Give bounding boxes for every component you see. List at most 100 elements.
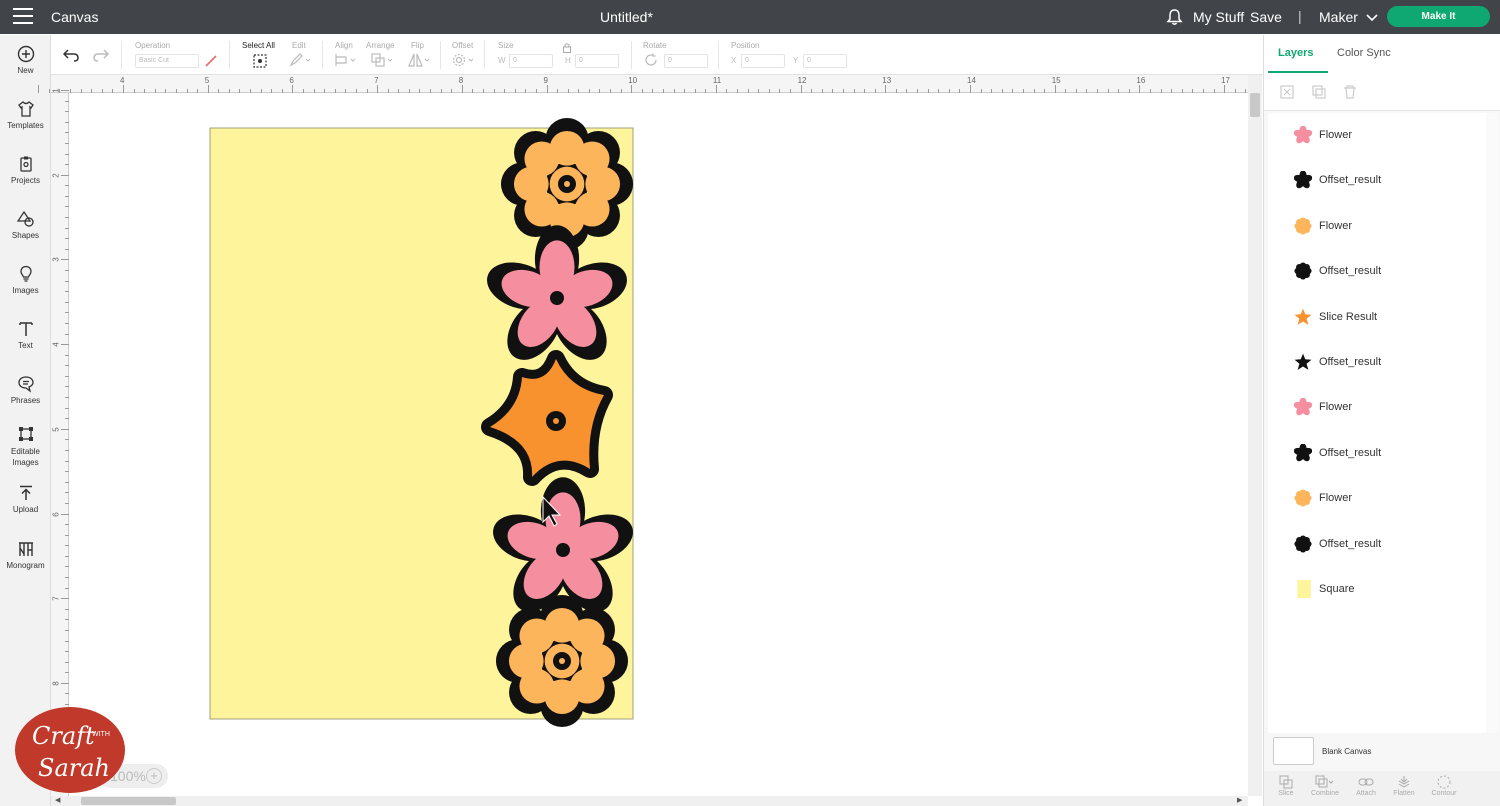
star-flower-icon [1294, 308, 1312, 325]
y-input[interactable]: 0 [803, 54, 847, 68]
my-stuff-link[interactable]: My Stuff [1193, 9, 1244, 25]
height-label: H [565, 56, 571, 65]
sidebar-item-shapes[interactable]: Shapes [0, 210, 51, 240]
redo-icon[interactable] [93, 48, 109, 62]
ruler-number: 8 [51, 681, 61, 686]
panel-scrollbar[interactable] [1486, 113, 1498, 733]
operation-select[interactable]: Basic Cut [135, 54, 199, 68]
layer-row[interactable]: Flower [1268, 113, 1486, 158]
group-icon[interactable] [1279, 84, 1295, 100]
layer-row[interactable]: Square [1268, 567, 1486, 612]
sidebar-item-templates[interactable]: Templates [0, 100, 51, 130]
scroll-right-arrow-icon[interactable]: ▶ [1237, 796, 1242, 804]
blank-canvas-swatch[interactable] [1273, 737, 1314, 765]
sidebar-item-new[interactable]: New [0, 45, 51, 75]
layer-row[interactable]: Offset_result [1268, 158, 1486, 203]
sidebar-item-projects[interactable]: Projects [0, 155, 51, 185]
sidebar-item-label: Shapes [11, 231, 40, 240]
layer-name: Square [1319, 583, 1355, 595]
height-input[interactable]: 0 [575, 54, 619, 68]
lock-icon[interactable] [562, 42, 572, 53]
select-all-icon[interactable] [252, 53, 268, 69]
layer-name: Slice Result [1319, 310, 1378, 323]
sidebar-item-editable-images[interactable]: Editable Images [0, 425, 51, 468]
sidebar-item-phrases[interactable]: Phrases [0, 375, 51, 405]
hamburger-menu-icon[interactable] [13, 8, 33, 26]
layer-row[interactable]: Slice Result [1268, 295, 1486, 340]
upload-arrow-icon [19, 485, 32, 500]
ruler-left: 1 2 3 4 5 6 7 8 [51, 88, 69, 796]
daisy-icon [1294, 535, 1312, 553]
square-icon [1297, 580, 1311, 598]
layer-row[interactable]: Flower [1268, 385, 1486, 430]
ruler-tick [61, 344, 69, 346]
edit-pencil-icon[interactable] [289, 53, 311, 67]
canvas-artwork [209, 117, 640, 728]
svg-text:Sarah: Sarah [38, 754, 110, 782]
layer-name: Offset_result [1319, 537, 1382, 550]
horizontal-scrollbar[interactable]: ◀ ▶ [51, 796, 1248, 806]
duplicate-icon[interactable] [1311, 84, 1327, 100]
flower-daisy-bottom[interactable] [495, 594, 629, 728]
ruler-number: 17 [1221, 76, 1230, 85]
tab-layers[interactable]: Layers [1278, 47, 1313, 59]
flower-icon [1294, 171, 1312, 189]
trash-icon[interactable] [1342, 84, 1358, 100]
rotate-icon[interactable] [644, 53, 658, 67]
offset-icon[interactable] [452, 53, 476, 67]
height-value: 0 [579, 57, 583, 64]
sidebar-item-upload[interactable]: Upload [0, 484, 51, 514]
ruler-number: 5 [51, 427, 61, 432]
width-input[interactable]: 0 [509, 54, 553, 68]
scroll-left-arrow-icon[interactable]: ◀ [55, 796, 60, 804]
machine-select[interactable]: Maker [1319, 9, 1378, 25]
sidebar-item-monogram[interactable]: Monogram [0, 540, 51, 570]
layer-row[interactable]: Offset_result [1268, 522, 1486, 567]
x-value: 0 [745, 57, 749, 64]
contour-button[interactable]: Contour [1424, 775, 1464, 797]
scroll-thumb[interactable] [1250, 93, 1260, 117]
ruler-tick [292, 85, 294, 93]
layer-row[interactable]: Flower [1268, 476, 1486, 521]
layer-name: Offset_result [1319, 446, 1382, 459]
align-icon[interactable] [334, 53, 358, 67]
sidebar-item-label: Phrases [10, 396, 41, 405]
layer-actions [1264, 73, 1500, 111]
design-canvas[interactable] [69, 93, 1248, 796]
pen-line-icon[interactable] [204, 54, 218, 68]
layer-name: Flower [1319, 401, 1353, 414]
attach-button[interactable]: Attach [1346, 775, 1386, 797]
x-input[interactable]: 0 [741, 54, 785, 68]
sidebar-item-label: New [17, 66, 34, 75]
arrange-icon[interactable] [371, 53, 395, 67]
ruler-number: 15 [1051, 76, 1061, 85]
flatten-button[interactable]: Flatten [1384, 775, 1424, 797]
layer-row[interactable]: Flower [1268, 204, 1486, 249]
vertical-scrollbar[interactable] [1248, 75, 1262, 796]
make-it-button[interactable]: Make It [1387, 6, 1490, 27]
svg-text:Craft: Craft [32, 722, 95, 750]
divider [631, 41, 632, 69]
save-button[interactable]: Save [1250, 9, 1282, 25]
sidebar-item-text[interactable]: Text [0, 320, 51, 350]
app-title: Canvas [51, 9, 99, 25]
combine-button[interactable]: Combine [1305, 775, 1345, 797]
zoom-in-icon[interactable]: + [146, 768, 162, 784]
rotate-input[interactable]: 0 [664, 54, 708, 68]
bell-icon[interactable] [1166, 8, 1183, 26]
layer-row[interactable]: Offset_result [1268, 249, 1486, 294]
divider [484, 41, 485, 69]
document-title[interactable]: Untitled* [600, 9, 660, 25]
attach-icon [1358, 778, 1374, 786]
ruler-tick [715, 85, 717, 93]
sidebar-item-images[interactable]: Images [0, 265, 51, 295]
layers-list: Flower Offset_result Flower Offset_result Sl… [1268, 113, 1486, 733]
slice-button[interactable]: Slice [1266, 775, 1306, 797]
undo-icon[interactable] [63, 48, 79, 62]
layer-row[interactable]: Offset_result [1268, 431, 1486, 476]
edit-label: Edit [292, 41, 306, 50]
scroll-thumb[interactable] [81, 797, 176, 805]
tab-color-sync[interactable]: Color Sync [1337, 47, 1391, 59]
layer-row[interactable]: Offset_result [1268, 340, 1486, 385]
flip-icon[interactable] [408, 53, 432, 67]
